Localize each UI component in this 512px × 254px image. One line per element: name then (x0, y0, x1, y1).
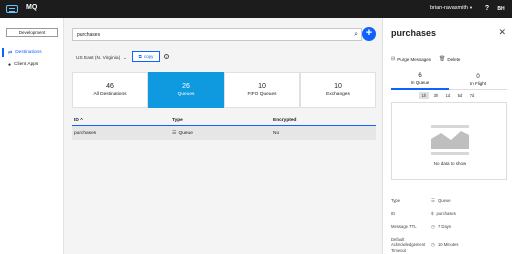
tab-in-flight[interactable]: 0 In Flight (449, 70, 507, 90)
property-value: 7 Days (437, 223, 451, 229)
no-data-message: No data to show (433, 161, 467, 166)
tab-in-queue[interactable]: 6 In Queue (391, 70, 449, 90)
range-1d[interactable]: 1d (443, 92, 453, 99)
property-key: Message TTL (391, 223, 417, 229)
sidebar-item-client-apps[interactable]: ● Client Apps (2, 60, 62, 69)
close-icon[interactable]: ✕ (498, 27, 506, 37)
clock-icon: ◷ (431, 241, 435, 247)
tab-all-destinations[interactable]: 46 All Destinations (72, 72, 148, 108)
help-icon[interactable]: ? (482, 4, 492, 14)
range-7d[interactable]: 7d (467, 92, 477, 99)
time-range-selector: 1h 3h 1d 5d 7d (419, 92, 477, 99)
column-header-encrypted[interactable]: Encrypted (273, 118, 376, 123)
sidebar-item-destinations[interactable]: ⇄ Destinations (2, 48, 62, 57)
chevron-down-icon: ⌄ (123, 55, 127, 60)
cell-id: purchases (74, 130, 97, 136)
tab-label: Queues (177, 92, 195, 97)
mq-logo-icon (6, 5, 18, 13)
message-chart: No data to show (391, 102, 507, 180)
tab-count: 6 (418, 73, 422, 79)
destinations-icon: ⇄ (8, 49, 13, 56)
detail-actions: ⊟ Purge Messages 🗑 Delete (391, 56, 460, 62)
tab-count: 10 (258, 83, 266, 90)
property-key: Default Acknowledgement Timeout (391, 236, 426, 253)
app-title: MQ (26, 4, 38, 11)
column-header-id[interactable]: ID ^ (72, 118, 172, 123)
tab-count: 46 (106, 83, 114, 90)
cell-type-value: Queue (178, 130, 193, 136)
tab-fifo-queues[interactable]: 10 FIFO Queues (224, 72, 300, 108)
purge-icon: ⊟ (391, 56, 396, 62)
tab-label: All Destinations (93, 92, 127, 97)
main-content: purchases ⌕ + US East (N. Virginia) ⌄ ⧉ … (64, 18, 382, 254)
sidebar: Development ⇄ Destinations ● Client Apps (0, 18, 64, 254)
tab-label: FIFO Queues (247, 92, 277, 97)
copy-button[interactable]: ⧉ copy (132, 51, 160, 62)
tab-label: Exchanges (326, 92, 350, 97)
copy-icon: ⧉ (138, 54, 142, 59)
tab-count: 10 (334, 83, 342, 90)
queue-icon: ☰ (431, 198, 436, 203)
purge-label: Purge Messages (397, 56, 431, 62)
region-value: US East (N. Virginia) (76, 55, 121, 61)
top-bar: MQ brian-ravasmith ▾ ? BH (0, 0, 512, 18)
range-5d[interactable]: 5d (455, 92, 465, 99)
destination-tabs: 46 All Destinations 26 Queues 10 FIFO Qu… (72, 72, 376, 108)
copy-label: copy (143, 54, 154, 59)
purge-messages-button[interactable]: ⊟ Purge Messages (391, 56, 431, 62)
account-name: brian-ravasmith (430, 5, 468, 11)
cell-encrypted: No (273, 130, 280, 136)
property-value: 10 Minutes (437, 241, 459, 247)
tab-count: 26 (182, 83, 190, 90)
clock-icon: ◷ (431, 223, 435, 229)
message-tabs: 6 In Queue 0 In Flight (391, 70, 507, 90)
property-value: Queue (438, 198, 451, 203)
property-key: Type (391, 198, 401, 203)
client-apps-icon: ● (8, 61, 12, 68)
empty-chart-icon (431, 125, 469, 155)
property-id: ID $ purchases (391, 211, 507, 217)
range-3h[interactable]: 3h (431, 92, 441, 99)
queue-icon: ☰ (172, 130, 177, 136)
detail-panel: purchases ✕ ⊟ Purge Messages 🗑 Delete 6 … (382, 18, 512, 254)
table-header: ID ^ Type Encrypted (72, 116, 376, 126)
delete-label: Delete (447, 56, 461, 62)
account-menu[interactable]: brian-ravasmith ▾ (430, 5, 472, 11)
environment-button[interactable]: Development (6, 28, 58, 37)
chevron-down-icon: ▾ (469, 5, 473, 10)
sidebar-item-label: Destinations (15, 50, 42, 55)
property-key: ID (391, 211, 396, 216)
search-icon[interactable]: ⌕ (354, 31, 358, 39)
tab-count: 0 (476, 73, 480, 80)
avatar[interactable]: BH (496, 4, 506, 14)
queue-properties: Type ☰ Queue ID $ purchases Message TTL … (391, 198, 507, 254)
info-icon[interactable]: i (164, 54, 169, 59)
table-row[interactable]: purchases ☰ Queue No (72, 126, 376, 140)
property-ack-timeout: Default Acknowledgement Timeout ◷ 10 Min… (391, 237, 507, 254)
search-input[interactable]: purchases ⌕ (72, 28, 362, 41)
tab-label: In Flight (469, 80, 486, 86)
sidebar-item-label: Client Apps (14, 62, 39, 67)
search-value: purchases (77, 32, 101, 38)
cell-type: ☰ Queue (172, 130, 273, 136)
delete-button[interactable]: 🗑 Delete (439, 56, 460, 62)
detail-title: purchases (391, 28, 437, 38)
property-value: purchases (436, 211, 456, 216)
tab-queues[interactable]: 26 Queues (148, 72, 224, 108)
column-header-type[interactable]: Type (172, 118, 273, 123)
tab-exchanges[interactable]: 10 Exchanges (300, 72, 376, 108)
property-type: Type ☰ Queue (391, 198, 507, 204)
destinations-table: ID ^ Type Encrypted purchases ☰ Queue No (72, 116, 376, 140)
property-message-ttl: Message TTL ◷ 7 Days (391, 224, 507, 230)
region-select[interactable]: US East (N. Virginia) ⌄ (76, 55, 127, 61)
dollar-icon: $ (431, 211, 434, 216)
trash-icon: 🗑 (438, 56, 446, 62)
add-destination-button[interactable]: + (362, 27, 376, 41)
range-1h[interactable]: 1h (419, 92, 429, 99)
tab-label: In Queue (410, 80, 430, 85)
